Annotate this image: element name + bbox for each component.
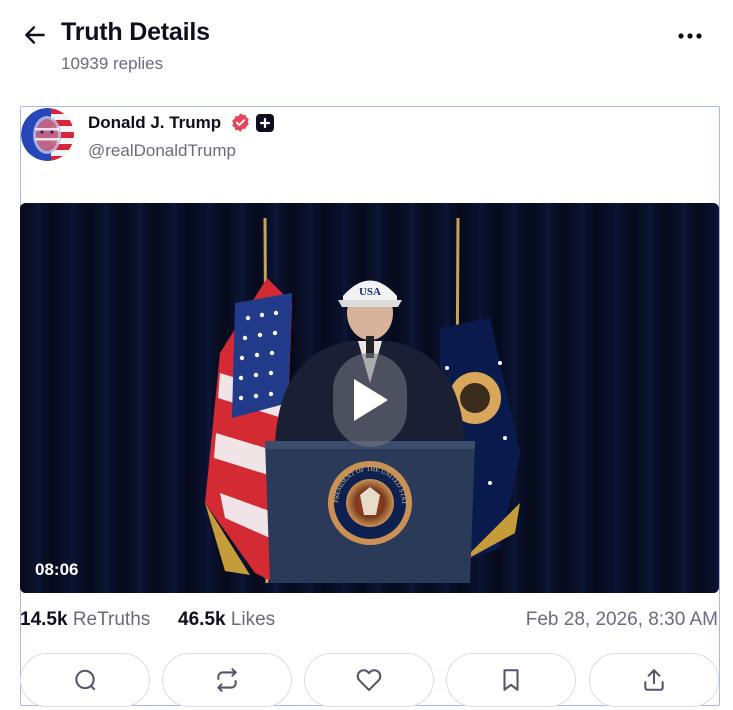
- post-stats: 14.5k ReTruths 46.5k Likes Feb 28, 2026,…: [20, 609, 720, 633]
- more-options-button[interactable]: [672, 24, 708, 48]
- comment-icon: [75, 669, 96, 691]
- bookmark-button[interactable]: [446, 653, 576, 707]
- verified-badge-icon: [232, 113, 249, 132]
- avatar[interactable]: [21, 108, 74, 161]
- arrow-left-icon: [25, 26, 45, 44]
- retruths-stat[interactable]: 14.5k ReTruths: [20, 609, 150, 631]
- author-name[interactable]: Donald J. Trump: [88, 113, 221, 133]
- retruths-label: ReTruths: [72, 609, 151, 630]
- page-header: Truth Details 10939 replies: [0, 0, 733, 90]
- like-button[interactable]: [304, 653, 434, 707]
- retruth-button[interactable]: [162, 653, 292, 707]
- heart-icon: [356, 669, 382, 691]
- back-button[interactable]: [20, 20, 50, 50]
- page-title: Truth Details: [61, 18, 210, 46]
- likes-count: 46.5k: [178, 609, 226, 630]
- avatar-image: [21, 108, 74, 161]
- retruths-count: 14.5k: [20, 609, 68, 630]
- likes-stat[interactable]: 46.5k Likes: [178, 609, 275, 631]
- cap-text: USA: [359, 286, 381, 298]
- video-player[interactable]: USA PRESIDENT OF THE UNITED STATES 08:06: [20, 203, 719, 593]
- share-icon: [644, 669, 664, 691]
- bookmark-icon: [503, 669, 519, 691]
- video-duration: 08:06: [35, 560, 79, 579]
- reply-button[interactable]: [20, 653, 150, 707]
- play-button[interactable]: [333, 353, 407, 447]
- more-horizontal-icon: [678, 33, 702, 39]
- post-timestamp: Feb 28, 2026, 8:30 AM: [525, 609, 718, 630]
- likes-label: Likes: [230, 609, 276, 630]
- reply-count: 10939 replies: [61, 54, 164, 73]
- author-handle[interactable]: @realDonaldTrump: [88, 141, 236, 161]
- play-icon: [354, 379, 388, 421]
- repost-icon: [217, 668, 237, 692]
- share-button[interactable]: [589, 653, 719, 707]
- plus-badge-icon: [256, 114, 274, 132]
